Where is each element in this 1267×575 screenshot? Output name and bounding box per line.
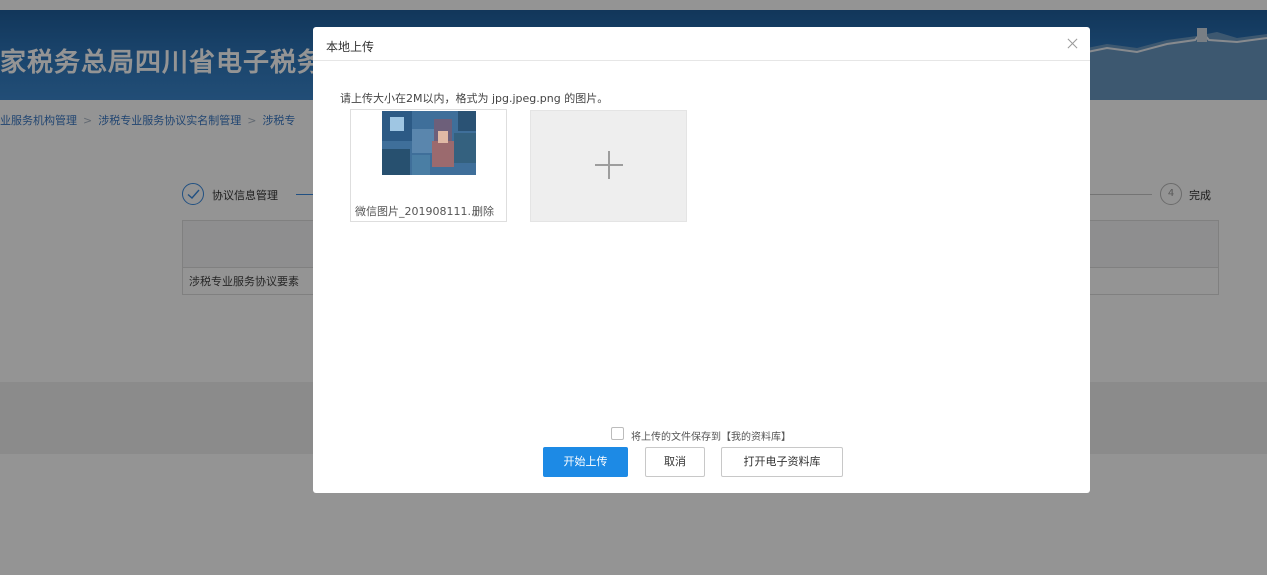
- plus-icon: [595, 151, 623, 179]
- dialog-header: 本地上传: [313, 27, 1090, 61]
- upload-dialog: 本地上传 请上传大小在2M以内，格式为 jpg.jpeg.png 的图片。 微信…: [313, 27, 1090, 493]
- upload-hint: 请上传大小在2M以内，格式为 jpg.jpeg.png 的图片。: [340, 92, 609, 105]
- start-upload-button[interactable]: 开始上传: [543, 447, 628, 477]
- image-thumbnail: [382, 111, 476, 175]
- open-library-button[interactable]: 打开电子资料库: [721, 447, 843, 477]
- close-icon[interactable]: [1064, 35, 1082, 53]
- cancel-button[interactable]: 取消: [645, 447, 705, 477]
- uploaded-image-card: 微信图片_201908111... 删除: [350, 109, 507, 222]
- delete-file-link[interactable]: 删除: [472, 203, 494, 219]
- save-to-library-checkbox[interactable]: [611, 427, 624, 440]
- dialog-title: 本地上传: [326, 40, 375, 54]
- uploaded-file-name: 微信图片_201908111...: [355, 205, 478, 218]
- save-to-library-label: 将上传的文件保存到【我的资料库】: [631, 432, 791, 443]
- add-image-button[interactable]: [530, 110, 687, 222]
